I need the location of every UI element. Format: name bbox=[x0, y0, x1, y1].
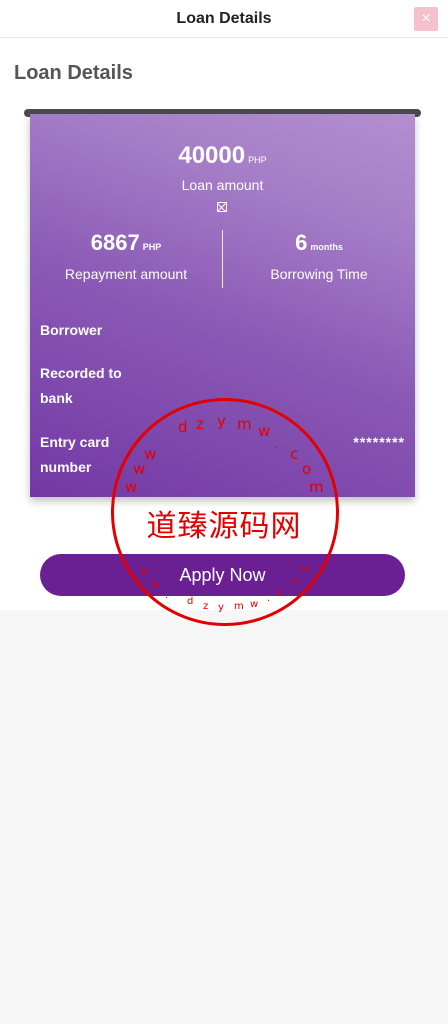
borrower-label: Borrower bbox=[40, 322, 103, 338]
borrowing-time-value: 6 bbox=[295, 230, 308, 255]
borrower-row: Borrower bbox=[40, 318, 405, 343]
repayment-unit: PHP bbox=[142, 242, 162, 252]
top-bar: Loan Details × bbox=[0, 0, 448, 38]
entry-card-label: Entry card number bbox=[40, 434, 110, 475]
repayment-amount-value: 6867 bbox=[90, 230, 140, 255]
expand-icon[interactable] bbox=[217, 202, 227, 212]
borrowing-time-stat: 6 months Borrowing Time bbox=[223, 230, 415, 282]
loan-stats: 6867 PHP Repayment amount 6 months Borrowi… bbox=[30, 230, 415, 290]
loan-card: 40000 PHP Loan amount 6867 PHP Repayment a… bbox=[30, 114, 415, 497]
borrowing-time-label: Borrowing Time bbox=[270, 266, 368, 282]
loan-amount-unit: PHP bbox=[248, 155, 267, 165]
loan-amount-label: Loan amount bbox=[181, 177, 264, 193]
recorded-bank-label: Recorded to bank bbox=[40, 365, 122, 406]
repayment-stat: 6867 PHP Repayment amount bbox=[30, 230, 222, 282]
loan-amount: 40000 PHP bbox=[30, 142, 415, 170]
entry-card-value: ******** bbox=[353, 434, 405, 450]
repayment-amount-label: Repayment amount bbox=[64, 266, 188, 282]
borrowing-time-unit: months bbox=[310, 242, 343, 252]
recorded-bank-row: Recorded to bank bbox=[40, 361, 405, 411]
loan-amount-value: 40000 bbox=[178, 142, 246, 169]
window-title: Loan Details bbox=[176, 10, 272, 27]
entry-card-row: Entry card number ******** bbox=[40, 430, 405, 480]
apply-now-button[interactable]: Apply Now bbox=[40, 554, 405, 596]
page-title: Loan Details bbox=[14, 62, 133, 84]
main-content: Loan Details 40000 PHP Loan amount 6867 PH… bbox=[0, 38, 448, 610]
close-icon: × bbox=[421, 10, 431, 27]
close-button[interactable]: × bbox=[414, 7, 438, 31]
